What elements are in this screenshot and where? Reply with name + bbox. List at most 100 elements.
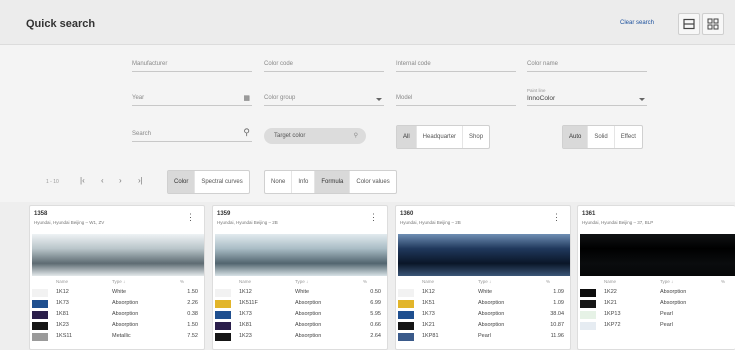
grid-view-button[interactable] — [702, 13, 724, 35]
color-card[interactable]: 1359 Hyundai, Hyundai Beijing – 2B ⋮ Nam… — [212, 205, 388, 350]
manufacturer-field[interactable]: Manufacturer — [132, 52, 252, 72]
search-icon[interactable]: ⚲ — [243, 127, 250, 138]
toner-color-chip — [32, 289, 48, 297]
toner-color-chip — [580, 300, 596, 308]
calendar-icon[interactable]: ▦ — [243, 94, 250, 102]
search-input[interactable]: Search ⚲ — [132, 122, 252, 142]
toner-percent: 1.09 — [553, 300, 564, 306]
color-code-field[interactable]: Color code — [264, 52, 384, 72]
year-field[interactable]: Year ▦ — [132, 86, 252, 106]
formula-row: 1K511F Absorption 6.99 — [213, 299, 387, 309]
scope-shop[interactable]: Shop — [463, 126, 489, 148]
color-group-select[interactable]: Color group — [264, 86, 384, 106]
tab-color[interactable]: Color — [168, 171, 196, 193]
toner-type: White — [112, 289, 127, 295]
toner-name: 1K21 — [604, 300, 617, 306]
finish-auto[interactable]: Auto — [563, 126, 589, 148]
finish-effect[interactable]: Effect — [615, 126, 642, 148]
color-name-label: Color name — [527, 61, 559, 67]
first-page-icon[interactable]: |‹ — [80, 176, 85, 185]
scope-headquarter[interactable]: Headquarter — [417, 126, 464, 148]
tab-info[interactable]: Info — [292, 171, 316, 193]
model-field[interactable]: Model — [396, 86, 516, 106]
toner-name: 1K22 — [604, 289, 617, 295]
formula-row: 1K81 Absorption 0.38 — [30, 310, 204, 320]
toner-color-chip — [32, 311, 48, 319]
formula-header: Name Type ↓ % — [396, 279, 570, 287]
finish-solid[interactable]: Solid — [588, 126, 615, 148]
toner-color-chip — [398, 322, 414, 330]
target-color-field[interactable]: Target color ⚲ — [264, 128, 366, 144]
color-name-field[interactable]: Color name — [527, 52, 647, 72]
formula-row: 1KS11 Metallic 7.52 — [30, 332, 204, 342]
search-placeholder: Search — [132, 131, 152, 137]
next-page-icon[interactable]: › — [119, 176, 122, 185]
internal-code-label: Internal code — [396, 61, 431, 67]
toner-percent: 1.50 — [187, 322, 198, 328]
toner-percent: 10.87 — [550, 322, 564, 328]
formula-header: Name Type ↓ % — [578, 279, 735, 287]
col-name: Name — [56, 279, 69, 284]
color-card[interactable]: 1360 Hyundai, Hyundai Beijing – 2B ⋮ Nam… — [395, 205, 571, 350]
toner-type: Absorption — [295, 300, 322, 306]
page-range: 1 - 10 — [46, 179, 59, 185]
scope-toggle: All Headquarter Shop — [396, 125, 491, 149]
col-type[interactable]: Type ↓ — [478, 279, 491, 284]
toner-color-chip — [215, 322, 231, 330]
formula-row: 1KP72Pearl0.7 — [578, 321, 735, 331]
formula-row: 1K51 Absorption 1.09 — [396, 299, 570, 309]
card-id: 1360 — [400, 211, 414, 217]
paint-line-select[interactable]: Paint line InnoColor — [527, 86, 647, 106]
internal-code-field[interactable]: Internal code — [396, 52, 516, 72]
toner-color-chip — [398, 300, 414, 308]
tab-spectral-curves[interactable]: Spectral curves — [195, 171, 248, 193]
last-page-icon[interactable]: ›| — [138, 176, 143, 185]
col-type[interactable]: Type ↓ — [112, 279, 125, 284]
prev-page-icon[interactable]: ‹ — [101, 176, 104, 185]
more-options-icon[interactable]: ⋮ — [552, 213, 561, 222]
toner-percent: 38.04 — [550, 311, 564, 317]
target-color-label: Target color — [274, 133, 306, 139]
paint-line-value: InnoColor — [527, 95, 556, 102]
col-type[interactable]: Type ↓ — [295, 279, 308, 284]
color-swatch — [215, 234, 387, 276]
col-type[interactable]: Type ↓ — [660, 279, 673, 284]
formula-row: 1K73 Absorption 38.04 — [396, 310, 570, 320]
color-group-label: Color group — [264, 95, 296, 101]
view-mode-toggle: Color Spectral curves — [167, 170, 250, 194]
toner-name: 1K73 — [239, 311, 252, 317]
more-options-icon[interactable]: ⋮ — [186, 213, 195, 222]
toner-type: Pearl — [478, 333, 491, 339]
color-card[interactable]: 1361 Hyundai, Hyundai Beijing – 37, BLP … — [577, 205, 735, 350]
toner-percent: 5.95 — [370, 311, 381, 317]
col-pct: % — [180, 279, 185, 284]
card-id: 1359 — [217, 211, 231, 217]
toner-color-chip — [215, 333, 231, 341]
list-view-button[interactable] — [678, 13, 700, 35]
toner-name: 1K23 — [239, 333, 252, 339]
toner-color-chip — [215, 311, 231, 319]
toner-color-chip — [215, 300, 231, 308]
col-pct: % — [363, 279, 368, 284]
color-card[interactable]: 1358 Hyundai, Hyundai Beijing – W1, ZV ⋮… — [29, 205, 205, 350]
toner-color-chip — [32, 300, 48, 308]
formula-row: 1K23 Absorption 1.50 — [30, 321, 204, 331]
toner-percent: 0.66 — [370, 322, 381, 328]
toner-name: 1KS11 — [56, 333, 73, 339]
col-pct: % — [546, 279, 551, 284]
tab-none[interactable]: None — [265, 171, 293, 193]
formula-row: 1KP81 Pearl 11.96 — [396, 332, 570, 342]
scope-all[interactable]: All — [397, 126, 417, 148]
card-subtitle: Hyundai, Hyundai Beijing – 37, BLP — [582, 220, 654, 225]
toner-name: 1KP72 — [604, 322, 621, 328]
toner-percent: 2.26 — [187, 300, 198, 306]
top-header: Quick search Clear search — [0, 0, 735, 45]
tab-formula[interactable]: Formula — [315, 171, 351, 193]
clear-search-link[interactable]: Clear search — [620, 20, 654, 26]
tab-color-values[interactable]: Color values — [350, 171, 395, 193]
more-options-icon[interactable]: ⋮ — [369, 213, 378, 222]
toner-name: 1K73 — [56, 300, 69, 306]
toner-color-chip — [398, 289, 414, 297]
model-label: Model — [396, 95, 413, 101]
formula-row: 1K12 White 1.09 — [396, 288, 570, 298]
